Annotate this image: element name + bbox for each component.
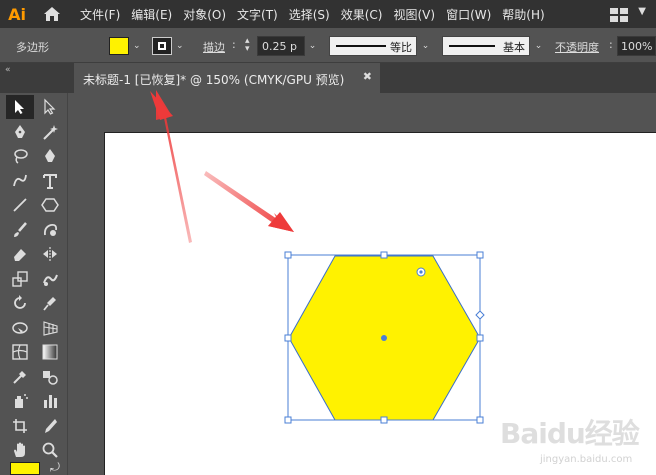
menu-bar: Ai 文件(F) 编辑(E) 对象(O) 文字(T) 选择(S) 效果(C) 视… — [0, 0, 656, 28]
shaper-tool-icon[interactable] — [36, 218, 64, 242]
chevron-down-icon[interactable]: ⌄ — [305, 36, 320, 56]
app-logo: Ai — [8, 4, 26, 24]
pen-tool-icon[interactable] — [6, 120, 34, 144]
direct-selection-tool-icon[interactable] — [36, 95, 64, 119]
chevron-down-icon[interactable]: ▼ — [638, 6, 646, 17]
hand-tool-icon[interactable] — [6, 438, 34, 462]
gradient-tool-icon[interactable] — [36, 340, 64, 364]
control-bar: 多边形 ⌄ ⌄ 描边 : ▴ ▾ 0.25 p ⌄ 等比 ⌄ 基本 ⌄ 不透明度 … — [0, 28, 656, 63]
menu-window[interactable]: 窗口(W) — [446, 6, 491, 23]
menu-object[interactable]: 对象(O) — [183, 6, 226, 23]
column-graph-tool-icon[interactable] — [36, 389, 64, 413]
artboard-tool-icon[interactable] — [6, 414, 34, 438]
fill-color-indicator[interactable] — [10, 462, 40, 475]
type-tool-icon[interactable] — [36, 169, 64, 193]
menu-help[interactable]: 帮助(H) — [502, 6, 544, 23]
reflect-tool-icon[interactable] — [36, 242, 64, 266]
curvature-tool-icon[interactable] — [6, 169, 34, 193]
opacity-label[interactable]: 不透明度 — [555, 39, 599, 55]
menu-select[interactable]: 选择(S) — [289, 6, 330, 23]
line-segment-tool-icon[interactable] — [6, 193, 34, 217]
stroke-stepper-icon[interactable]: ▴ ▾ — [245, 37, 250, 54]
swap-fill-stroke-icon[interactable]: ⤾ — [50, 460, 60, 475]
rotate-tool-icon[interactable] — [6, 291, 34, 315]
workspace-switcher-icon[interactable] — [610, 7, 628, 26]
object-type-label: 多边形 — [16, 41, 49, 54]
symbol-sprayer-tool-icon[interactable] — [6, 389, 34, 413]
chevron-down-icon[interactable]: ⌄ — [531, 36, 546, 56]
eyedropper-tool-icon[interactable] — [6, 365, 34, 389]
variable-width-profile[interactable]: 等比 — [329, 36, 417, 56]
close-icon[interactable]: ✖ — [363, 70, 372, 83]
zoom-tool-icon[interactable] — [36, 438, 64, 462]
menu-edit[interactable]: 编辑(E) — [131, 6, 172, 23]
pen-nib-tool-icon[interactable] — [36, 144, 64, 168]
collapse-panel-icon[interactable]: « — [5, 65, 11, 75]
document-tab[interactable]: 未标题-1 [已恢复]* @ 150% (CMYK/GPU 预览) ✖ — [74, 63, 380, 93]
brush-definition[interactable]: 基本 — [442, 36, 530, 56]
scale-tool-icon[interactable] — [6, 267, 34, 291]
blend-tool-icon[interactable] — [36, 365, 64, 389]
tools-panel: ⤾ — [0, 93, 68, 475]
perspective-grid-tool-icon[interactable] — [36, 316, 64, 340]
paintbrush-tool-icon[interactable] — [6, 218, 34, 242]
warp-tool-icon[interactable] — [36, 267, 64, 291]
menu-type[interactable]: 文字(T) — [237, 6, 278, 23]
chevron-down-icon[interactable]: ⌄ — [418, 36, 433, 56]
stroke-label[interactable]: 描边 — [203, 39, 225, 55]
menu-file[interactable]: 文件(F) — [80, 6, 120, 23]
selection-tool-icon[interactable] — [6, 95, 34, 119]
stroke-weight-field[interactable]: 0.25 p — [257, 36, 305, 56]
polygon-tool-icon[interactable] — [36, 193, 64, 217]
opacity-field[interactable]: 100% — [617, 36, 656, 56]
puppet-warp-tool-icon[interactable] — [36, 291, 64, 315]
fill-color-swatch[interactable] — [109, 37, 129, 55]
stroke-color-swatch[interactable] — [152, 37, 172, 55]
lasso-tool-icon[interactable] — [6, 144, 34, 168]
mesh-tool-icon[interactable] — [6, 340, 34, 364]
menu-view[interactable]: 视图(V) — [393, 6, 435, 23]
knife-tool-icon[interactable] — [36, 414, 64, 438]
home-icon[interactable] — [34, 0, 70, 28]
free-transform-tool-icon[interactable] — [6, 316, 34, 340]
chevron-down-icon[interactable]: ⌄ — [176, 41, 184, 51]
document-tab-strip: « 未标题-1 [已恢复]* @ 150% (CMYK/GPU 预览) ✖ — [0, 63, 656, 93]
chevron-down-icon[interactable]: ⌄ — [133, 41, 141, 51]
magic-wand-tool-icon[interactable] — [36, 120, 64, 144]
eraser-tool-icon[interactable] — [6, 242, 34, 266]
menu-effect[interactable]: 效果(C) — [341, 6, 383, 23]
document-tab-title: 未标题-1 [已恢复]* @ 150% (CMYK/GPU 预览) — [83, 73, 345, 87]
baidu-watermark: Baidu经验 jingyan.baidu.com — [500, 417, 640, 465]
